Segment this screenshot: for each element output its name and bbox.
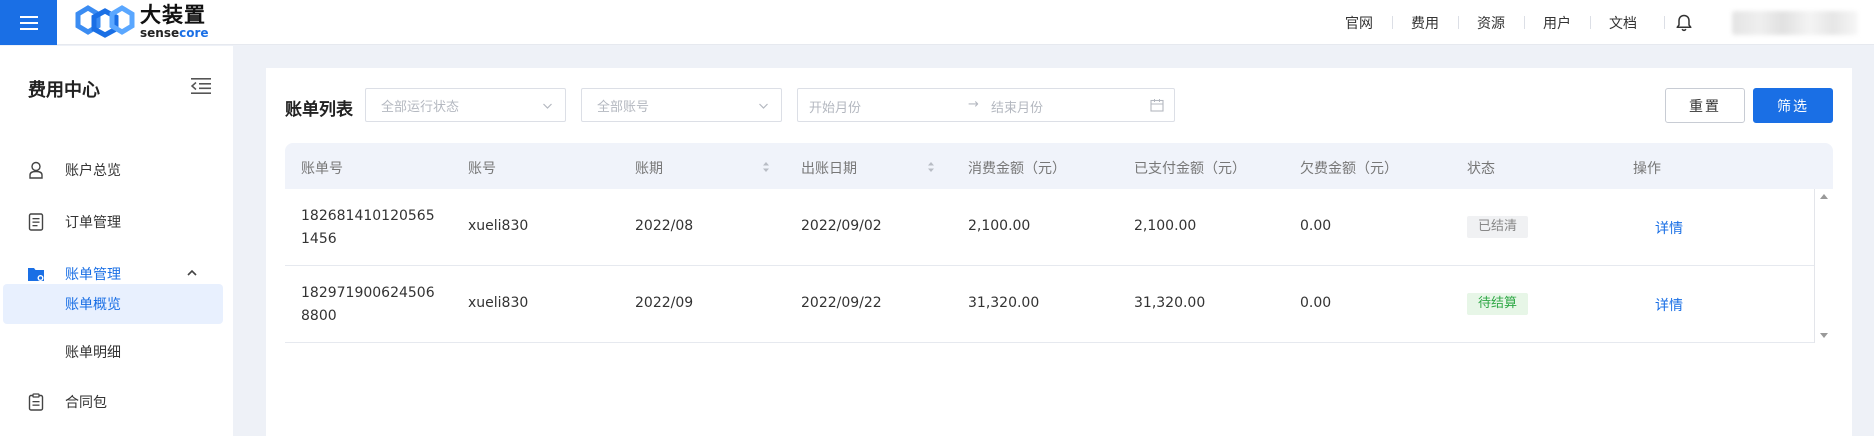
bill-list-title: 账单列表 (285, 100, 353, 120)
sidebar: 费用中心 账户总览 订单管理 账单管理 账单概览 账单明细 合同包 (0, 46, 233, 436)
collapse-sidebar-icon[interactable] (190, 77, 212, 95)
notifications-button[interactable] (1664, 0, 1704, 45)
scroll-down-arrow-icon[interactable] (1820, 333, 1828, 338)
col-header-bill-no: 账单号 (301, 161, 343, 177)
status-select-placeholder: 全部运行状态 (381, 99, 460, 115)
amount-cell: 2,100.00 (968, 218, 1031, 234)
end-month-input[interactable]: 结束月份 (991, 97, 1043, 116)
top-nav: 官网 费用 资源 用户 文档 (1326, 0, 1874, 45)
sidebar-item-account-overview[interactable]: 账户总览 (0, 150, 233, 190)
nav-billing[interactable]: 费用 (1392, 13, 1458, 33)
sensecore-logo-icon (75, 5, 135, 38)
sidebar-title: 费用中心 (28, 80, 100, 101)
col-header-status: 状态 (1467, 161, 1495, 177)
nav-official-site[interactable]: 官网 (1326, 13, 1392, 33)
sidebar-item-contract-package[interactable]: 合同包 (0, 382, 233, 422)
col-header-paid: 已支付金额（元） (1134, 161, 1246, 177)
bill-date-cell: 2022/09/02 (801, 218, 882, 234)
top-bar: 大装置 sensecore 官网 费用 资源 用户 文档 (0, 0, 1874, 45)
filter-button[interactable]: 筛选 (1753, 88, 1833, 123)
table-header: 账单号 账号 账期 出账日期 消费金额（元） 已支付金额（元） 欠费金额（元） … (285, 143, 1833, 189)
col-header-period[interactable]: 账期 (635, 158, 663, 178)
chevron-down-icon (543, 103, 552, 109)
table-row: 1826814101205651456 xueli830 2022/08 202… (285, 189, 1814, 266)
clipboard-icon (26, 393, 46, 411)
hamburger-icon (19, 15, 38, 30)
logo-title: 大装置 (140, 3, 206, 27)
period-cell: 2022/08 (635, 218, 694, 234)
table-scrollbar[interactable] (1814, 189, 1833, 343)
chevron-up-icon (187, 269, 197, 276)
bill-table: 账单号 账号 账期 出账日期 消费金额（元） 已支付金额（元） 欠费金额（元） … (285, 143, 1833, 355)
scrollbar-track (1814, 189, 1815, 343)
logo-subtitle: sensecore (140, 26, 209, 40)
sidebar-item-label: 订单管理 (65, 215, 121, 231)
sidebar-item-label: 账单管理 (65, 267, 121, 283)
chevron-down-icon (759, 103, 768, 109)
bill-date-cell: 2022/09/22 (801, 295, 882, 311)
folder-icon (26, 265, 46, 283)
bill-number: 1826814101205651456 (301, 208, 435, 247)
nav-docs[interactable]: 文档 (1590, 13, 1656, 33)
sort-icon[interactable] (762, 161, 770, 173)
owed-cell: 0.00 (1300, 218, 1332, 234)
calendar-icon (1150, 99, 1164, 112)
sidebar-item-label: 账户总览 (65, 163, 121, 179)
bill-number: 1829719006245068800 (301, 285, 435, 324)
reset-button[interactable]: 重置 (1665, 88, 1745, 123)
account-cell: xueli830 (468, 295, 529, 311)
status-select[interactable]: 全部运行状态 (365, 88, 566, 122)
status-badge: 待结算 (1467, 293, 1529, 315)
sidebar-subitem-label: 账单概览 (65, 297, 121, 313)
user-account-blurred[interactable] (1732, 10, 1858, 35)
table-row: 1829719006245068800 xueli830 2022/09 202… (285, 266, 1814, 343)
bell-icon (1676, 14, 1692, 31)
nav-resources[interactable]: 资源 (1458, 13, 1524, 33)
sidebar-item-orders[interactable]: 订单管理 (0, 202, 233, 242)
scroll-up-arrow-icon[interactable] (1820, 194, 1828, 199)
owed-cell: 0.00 (1300, 295, 1332, 311)
range-separator: → (968, 97, 979, 112)
details-link[interactable]: 详情 (1655, 295, 1683, 315)
sidebar-item-label: 合同包 (65, 395, 107, 411)
col-header-amount: 消费金额（元） (968, 161, 1066, 177)
user-icon (26, 161, 46, 179)
sort-icon[interactable] (927, 161, 935, 173)
col-header-owed: 欠费金额（元） (1300, 161, 1398, 177)
paid-cell: 31,320.00 (1134, 295, 1206, 311)
account-select[interactable]: 全部账号 (581, 88, 782, 122)
col-header-bill-date[interactable]: 出账日期 (801, 158, 857, 178)
amount-cell: 31,320.00 (968, 295, 1040, 311)
month-range-picker[interactable]: 开始月份 → 结束月份 (797, 88, 1175, 122)
bill-list-card: 账单列表 全部运行状态 全部账号 开始月份 → 结束月份 重置 筛选 账单号 账… (266, 68, 1852, 436)
start-month-input[interactable]: 开始月份 (809, 97, 861, 116)
nav-users[interactable]: 用户 (1524, 13, 1590, 33)
document-icon (26, 213, 46, 231)
paid-cell: 2,100.00 (1134, 218, 1197, 234)
account-select-placeholder: 全部账号 (597, 99, 650, 115)
logo[interactable]: 大装置 sensecore (74, 2, 209, 42)
sidebar-subitem-label: 账单明细 (65, 345, 121, 361)
period-cell: 2022/09 (635, 295, 694, 311)
sidebar-subitem-bill-detail[interactable]: 账单明细 (3, 332, 223, 372)
sidebar-subitem-bill-overview[interactable]: 账单概览 (3, 284, 223, 324)
details-link[interactable]: 详情 (1655, 218, 1683, 238)
account-cell: xueli830 (468, 218, 529, 234)
menu-button[interactable] (0, 0, 57, 45)
col-header-account: 账号 (468, 161, 496, 177)
status-badge: 已结清 (1467, 216, 1529, 238)
col-header-action: 操作 (1633, 161, 1661, 177)
